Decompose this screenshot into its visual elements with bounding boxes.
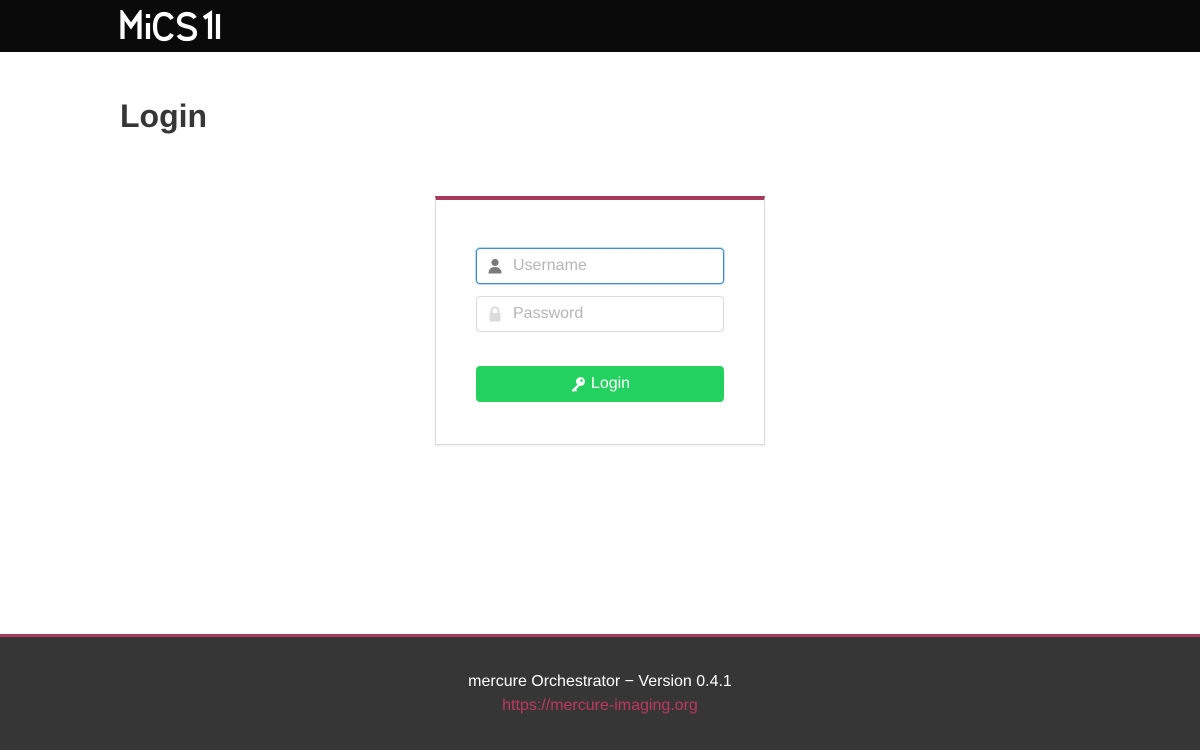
top-navbar <box>0 0 1200 52</box>
key-icon <box>571 377 585 392</box>
login-card: Login <box>435 196 765 445</box>
footer-version-text: mercure Orchestrator − Version 0.4.1 <box>468 673 732 690</box>
footer-website-link[interactable]: https://mercure-imaging.org <box>0 697 1200 715</box>
page-title: Login <box>120 98 208 134</box>
username-input[interactable] <box>513 249 713 283</box>
user-icon <box>488 258 502 274</box>
lock-icon <box>489 306 501 322</box>
login-button-label: Login <box>590 375 631 392</box>
username-field[interactable] <box>476 248 724 284</box>
footer: mercure Orchestrator − Version 0.4.1 htt… <box>0 634 1200 750</box>
mercure-logo-icon[interactable] <box>120 10 226 42</box>
password-field[interactable] <box>476 296 724 332</box>
password-input[interactable] <box>513 297 713 331</box>
login-button[interactable]: Login <box>476 366 724 402</box>
